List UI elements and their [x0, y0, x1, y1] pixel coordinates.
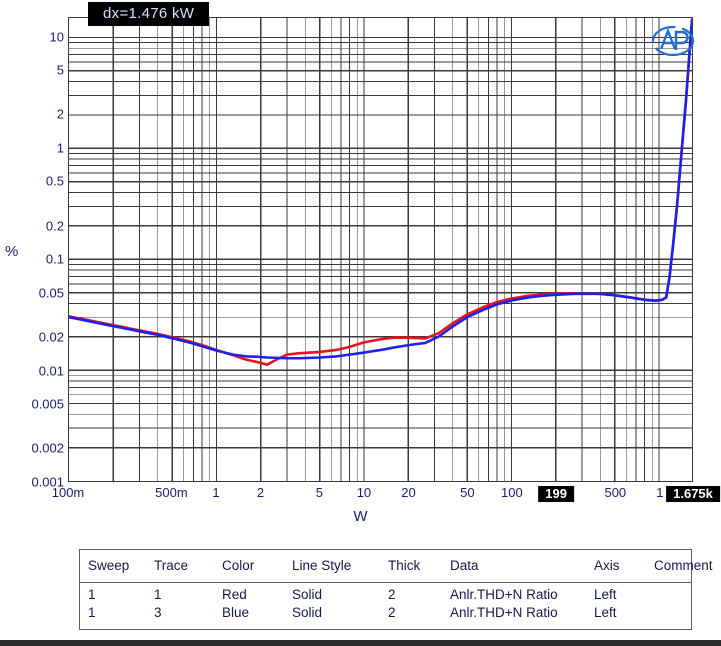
graph-screenshot: % 10 5 2 1 0.5 0.2 0.1 0.05 0.02 0.01 0.005 0.002 0.…: [0, 0, 721, 646]
trace-curves: [69, 18, 692, 366]
legend-cell: 2: [388, 605, 396, 620]
y-tick-label: 1: [56, 140, 64, 156]
legend-header-cell: Thick: [388, 558, 421, 573]
x-tick-label: 1: [656, 485, 664, 500]
legend-cell: Blue: [222, 605, 250, 620]
x-cursor-marker-label[interactable]: 199: [538, 486, 574, 502]
legend-header-cell: Trace: [154, 558, 189, 573]
y-tick-label: 0.1: [45, 251, 64, 267]
legend-cell: Anlr.THD+N Ratio: [450, 587, 558, 602]
legend-header-cell: Axis: [594, 558, 620, 573]
legend-cell: Red: [222, 587, 247, 602]
x-axis-tick-labels: 100m 500m 1 2 5 10 20 50 100 199 500 1 1.675k: [52, 485, 720, 506]
legend-cell: Anlr.THD+N Ratio: [450, 605, 558, 620]
x-tick-label: 500: [604, 485, 627, 500]
legend-cell: 1: [88, 587, 96, 602]
legend-header-cell: Line Style: [292, 558, 352, 573]
x-tick-label: 10: [356, 485, 372, 500]
x-tick-label: 5: [315, 485, 323, 500]
graph-area: % 10 5 2 1 0.5 0.2 0.1 0.05 0.02 0.01 0.005 0.002 0.…: [0, 0, 721, 535]
y-tick-label: 0.5: [45, 173, 64, 189]
x-tick-label: 20: [401, 485, 416, 500]
y-tick-label: 0.02: [38, 329, 64, 345]
legend-header-cell: Data: [450, 558, 479, 573]
trace-legend-table: Sweep Trace Color Line Style Thick Data Axis Co…: [79, 549, 713, 630]
y-tick-label: 0.002: [31, 440, 64, 456]
legend-header-row: Sweep Trace Color Line Style Thick Data Axis Co…: [80, 550, 713, 583]
legend-cell: Solid: [292, 605, 323, 620]
legend-cell: 2: [388, 587, 396, 602]
y-tick-label: 0.005: [31, 396, 64, 412]
legend-cell: 3: [154, 605, 162, 620]
x-tick-label: 2: [256, 485, 265, 500]
legend-header-cell: Color: [222, 558, 255, 573]
y-tick-label: 5: [56, 62, 64, 78]
legend-header-cell: Comment: [654, 558, 713, 573]
x-tick-label: 1: [212, 485, 220, 500]
x-tick-label: 50: [460, 485, 475, 500]
y-tick-label: 10: [49, 29, 64, 45]
trace-path: [69, 18, 692, 360]
x-tick-label: 500m: [155, 485, 188, 500]
legend-cell: Left: [594, 587, 617, 602]
x-axis-title: W: [353, 508, 368, 525]
legend-header-cell: Sweep: [88, 558, 130, 573]
dx-readout-badge[interactable]: dx=1.476 kW: [88, 2, 210, 26]
x-tick-label: 100m: [51, 485, 85, 500]
y-tick-label: 0.05: [38, 285, 64, 301]
y-tick-label: 2: [56, 106, 64, 122]
x-tick-label: 100: [501, 485, 523, 500]
legend-cell: Left: [594, 605, 617, 620]
legend-cell: 1: [88, 605, 96, 620]
legend-cell: Solid: [292, 587, 323, 602]
x-cursor-marker-label[interactable]: 1.675k: [666, 486, 720, 502]
y-tick-label: 0.2: [45, 218, 64, 234]
y-axis-tick-labels: 10 5 2 1 0.5 0.2 0.1 0.05 0.02 0.01 0.005 0.002 0.00…: [0, 17, 64, 488]
plot-area[interactable]: [68, 17, 693, 482]
legend-body: 1 1 Red Solid 2 Anlr.THD+N Ratio Left 1 3 Blue Sol…: [80, 583, 691, 629]
y-tick-label: 0.01: [38, 363, 64, 379]
bottom-edge-bar: [0, 640, 721, 646]
trace-path: [69, 20, 692, 366]
legend-cell: 1: [154, 587, 162, 602]
